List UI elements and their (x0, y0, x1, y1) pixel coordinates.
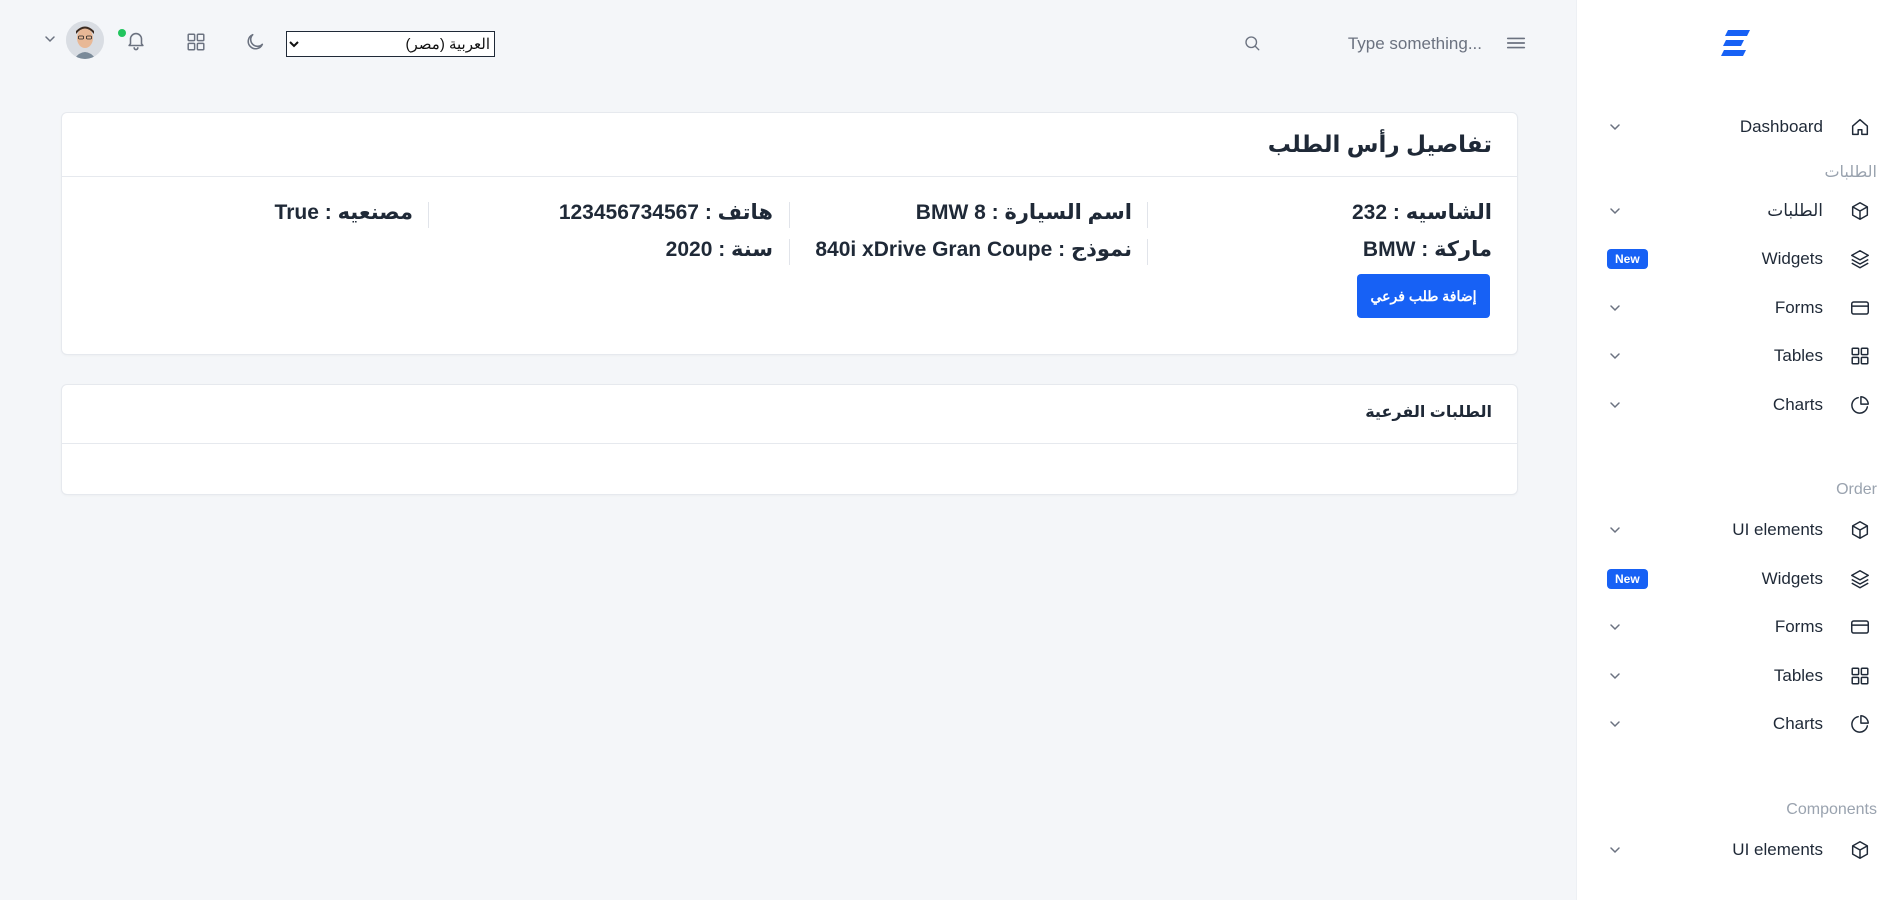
sidebar-item-label: الطلبات (1767, 200, 1823, 220)
card-title: تفاصيل رأس الطلب (1267, 131, 1492, 157)
model-field: نموذج : 840i xDrive Gran Coupe (815, 238, 1132, 261)
sidebar-item-label: Widgets (1761, 249, 1823, 268)
chevron-down-icon[interactable] (1607, 522, 1623, 538)
logo[interactable] (1577, 28, 1895, 68)
chevron-down-icon[interactable] (1607, 668, 1623, 684)
sidebar-section-label: الطلبات (1824, 163, 1877, 181)
layers-icon (1851, 250, 1869, 269)
sidebar-item-label: Forms (1774, 297, 1823, 317)
sidebar-item-label: Tables (1773, 665, 1823, 685)
chevron-down-icon[interactable] (1607, 842, 1623, 858)
sidebar-item-label: Charts (1772, 394, 1823, 414)
chevron-down-icon[interactable] (1607, 716, 1623, 732)
search-icon[interactable] (1243, 34, 1261, 52)
card-icon (1851, 620, 1869, 634)
online-status-dot (118, 29, 126, 37)
sidebar-item-ui-elements[interactable]: UI elements (1577, 510, 1895, 550)
sidebar-item-charts[interactable]: Charts (1577, 385, 1895, 425)
chevron-down-icon[interactable] (1607, 119, 1623, 135)
home-icon (1851, 118, 1869, 136)
sidebar-item-forms[interactable]: Forms (1577, 607, 1895, 647)
phone-field: هاتف : 123456734567 (558, 201, 773, 224)
card-header: الطلبات الفرعية (62, 385, 1517, 444)
chevron-down-icon[interactable] (1607, 619, 1623, 635)
bell-icon[interactable] (125, 29, 147, 51)
order-header-card: تفاصيل رأس الطلب الشاسيه : 232 اسم السيا… (61, 112, 1518, 355)
sidebar: Dashboard الطلبات الطلبات Widgets New Forms Ta… (1576, 0, 1895, 900)
sidebar-item-label: Forms (1774, 617, 1823, 636)
apps-grid-icon[interactable] (185, 31, 207, 53)
sidebar-item-tables[interactable]: Tables (1577, 336, 1895, 376)
card-header: تفاصيل رأس الطلب (62, 113, 1517, 177)
chevron-down-icon[interactable] (1607, 203, 1623, 219)
sidebar-item-tables[interactable]: Tables (1577, 656, 1895, 696)
sidebar-item-charts[interactable]: Charts (1577, 704, 1895, 744)
add-sub-order-button[interactable]: إضافة طلب فرعي (1357, 274, 1490, 318)
top-bar: العربية (مصر) (0, 0, 1577, 86)
pie-chart-icon (1851, 715, 1869, 733)
cube-icon (1851, 521, 1869, 539)
layers-icon (1851, 569, 1869, 588)
pie-chart-icon (1851, 395, 1869, 414)
sidebar-item-label: Charts (1772, 714, 1823, 733)
sidebar-item-ui-elements[interactable]: UI elements (1577, 830, 1895, 870)
grid-icon (1851, 347, 1869, 365)
sidebar-item-label: Tables (1773, 346, 1823, 365)
sub-orders-card: الطلبات الفرعية (61, 384, 1518, 495)
grid-icon (1851, 666, 1869, 685)
moon-icon[interactable] (244, 31, 266, 53)
chevron-down-icon[interactable] (1607, 348, 1623, 364)
brand-logo-icon (1721, 30, 1750, 56)
sidebar-section-label: Order (1836, 481, 1877, 498)
new-badge: New (1607, 249, 1648, 269)
avatar[interactable] (66, 21, 104, 59)
cube-icon (1851, 201, 1869, 220)
card-title: الطلبات الفرعية (1365, 404, 1492, 421)
divider (1147, 202, 1148, 228)
divider (428, 202, 429, 228)
sidebar-item-label: UI elements (1732, 520, 1823, 539)
menu-icon[interactable] (1505, 32, 1527, 54)
cube-icon (1851, 840, 1869, 859)
sidebar-section-label: Components (1786, 800, 1877, 818)
sidebar-item-dashboard[interactable]: Dashboard (1577, 107, 1895, 147)
chevron-down-icon[interactable] (1607, 397, 1623, 413)
sidebar-item-label: UI elements (1732, 839, 1823, 859)
car-name-field: اسم السيارة : BMW 8 (915, 201, 1132, 224)
sidebar-item-الطلبات[interactable]: الطلبات (1577, 191, 1895, 231)
new-badge: New (1607, 568, 1648, 589)
year-field: سنة : 2020 (665, 238, 773, 261)
search-input[interactable] (1300, 30, 1484, 58)
card-icon (1851, 300, 1869, 315)
sidebar-item-widgets[interactable]: Widgets New (1577, 239, 1895, 279)
chevron-down-icon[interactable] (42, 31, 58, 47)
sidebar-item-forms[interactable]: Forms (1577, 288, 1895, 328)
avatar-image (66, 21, 104, 59)
sidebar-item-label: Dashboard (1739, 117, 1823, 136)
sidebar-item-label: Widgets (1761, 568, 1823, 588)
sidebar-item-widgets[interactable]: Widgets New (1577, 559, 1895, 599)
manufactured-field: مصنعيه : True (274, 201, 413, 224)
language-select[interactable]: العربية (مصر) (286, 31, 495, 57)
brand-field: ماركة : BMW (1362, 238, 1492, 261)
divider (789, 202, 790, 228)
chassis-field: الشاسيه : 232 (1351, 201, 1492, 224)
divider (789, 239, 790, 265)
divider (1147, 239, 1148, 265)
chevron-down-icon[interactable] (1607, 300, 1623, 316)
